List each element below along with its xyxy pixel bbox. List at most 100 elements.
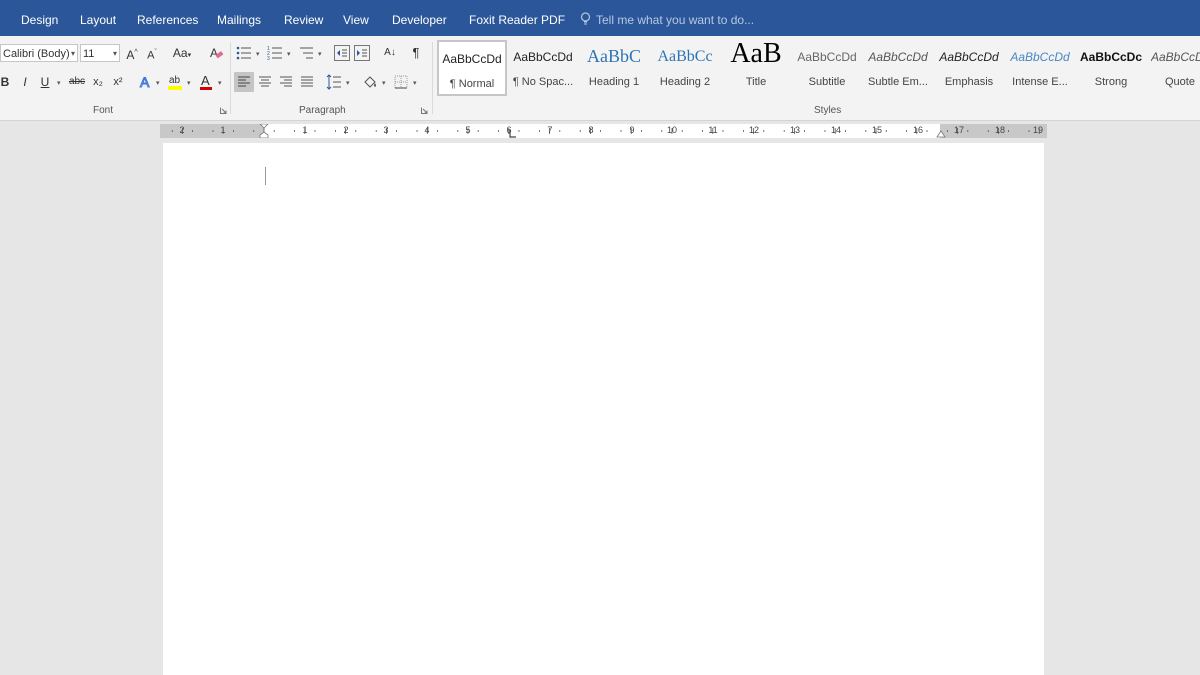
style-preview: AaBbCcDc <box>1079 50 1142 64</box>
style-name: Emphasis <box>944 76 994 88</box>
ruler-number: 10 <box>666 125 677 135</box>
highlight-color-button[interactable]: ab <box>165 72 185 92</box>
chevron-down-icon: ▾ <box>256 51 260 58</box>
dialog-launcher-icon[interactable] <box>421 107 428 114</box>
horizontal-ruler[interactable]: 2 1 1 2 3 4 5 6 7 8 9 10 11 12 13 14 15 … <box>160 124 1047 138</box>
ruler-number: 12 <box>748 125 759 135</box>
numbering-button[interactable]: 123 <box>265 43 285 63</box>
increase-indent-button[interactable] <box>352 43 372 63</box>
tab-mailings[interactable]: Mailings <box>217 13 261 27</box>
highlighter-icon: ab <box>168 75 182 90</box>
change-case-button[interactable]: Aa▾ <box>168 43 196 63</box>
text-effects-button[interactable]: A <box>136 72 156 92</box>
underline-button[interactable]: U <box>35 72 55 92</box>
ribbon-tab-bar: Design Layout References Mailings Review… <box>0 0 1200 36</box>
tab-view[interactable]: View <box>343 13 369 27</box>
shrink-font-button[interactable]: Aˇ <box>142 43 162 63</box>
line-spacing-icon <box>326 74 341 90</box>
show-formatting-marks-button[interactable]: ¶ <box>406 43 426 63</box>
style-title[interactable]: AaB Title <box>721 40 791 96</box>
align-center-button[interactable] <box>255 72 275 92</box>
font-color-button[interactable]: A <box>196 72 216 92</box>
style-normal[interactable]: AaBbCcDd ¶ Normal <box>437 40 507 96</box>
multilevel-list-button[interactable] <box>296 43 316 63</box>
style-subtitle[interactable]: AaBbCcDd Subtitle <box>792 40 862 96</box>
style-name: Heading 2 <box>659 76 711 88</box>
ruler-number: 18 <box>994 125 1005 135</box>
bullets-button[interactable] <box>234 43 254 63</box>
align-right-button[interactable] <box>276 72 296 92</box>
style-strong[interactable]: AaBbCcDc Strong <box>1076 40 1146 96</box>
shading-button[interactable] <box>360 72 380 92</box>
ruler-number: 14 <box>830 125 841 135</box>
increase-indent-icon <box>354 45 370 61</box>
align-left-button[interactable] <box>234 72 254 92</box>
style-preview: AaBbCc <box>657 48 713 65</box>
superscript-button[interactable]: x² <box>108 72 128 92</box>
styles-group-label: Styles <box>814 105 842 116</box>
style-intense-emphasis[interactable]: AaBbCcDd Intense E... <box>1005 40 1075 96</box>
style-quote[interactable]: AaBbCcDc Quote <box>1147 40 1200 96</box>
ruler-number: 7 <box>547 125 553 135</box>
tab-stop-marker[interactable] <box>509 130 517 138</box>
dialog-launcher-icon[interactable] <box>220 107 227 114</box>
numbered-list-icon: 123 <box>267 46 282 62</box>
left-indent-marker[interactable] <box>259 124 269 138</box>
document-page[interactable] <box>163 143 1044 675</box>
decrease-indent-icon <box>334 45 350 61</box>
strikethrough-button[interactable]: abc <box>66 72 88 92</box>
subscript-button[interactable]: x₂ <box>88 72 108 92</box>
line-spacing-button[interactable] <box>324 72 344 92</box>
style-heading-2[interactable]: AaBbCc Heading 2 <box>650 40 720 96</box>
ruler-number: 2 <box>343 125 349 135</box>
ruler-number: 5 <box>465 125 471 135</box>
style-heading-1[interactable]: AaBbC Heading 1 <box>579 40 649 96</box>
decrease-indent-button[interactable] <box>332 43 352 63</box>
ruler-number: 15 <box>871 125 882 135</box>
style-no-spacing[interactable]: AaBbCcDd ¶ No Spac... <box>508 40 578 96</box>
right-indent-marker[interactable] <box>936 129 946 138</box>
font-size-value: 11 <box>83 48 95 60</box>
ruler-number: 1 <box>302 125 308 135</box>
ruler-number: 16 <box>912 125 923 135</box>
font-group-label: Font <box>93 105 114 116</box>
group-separator <box>230 42 231 114</box>
chevron-down-icon: ▾ <box>156 80 160 87</box>
tab-developer[interactable]: Developer <box>392 13 447 27</box>
align-left-icon <box>238 76 250 87</box>
tell-me-search[interactable]: Tell me what you want to do... <box>580 12 754 27</box>
tab-references[interactable]: References <box>137 13 198 27</box>
font-name-value: Calibri (Body) <box>3 48 70 60</box>
style-name: Strong <box>1094 76 1128 88</box>
style-preview: AaBbCcDc <box>1151 50 1200 64</box>
bold-button[interactable]: B <box>0 72 15 92</box>
align-right-icon <box>280 76 292 87</box>
style-emphasis[interactable]: AaBbCcDd Emphasis <box>934 40 1004 96</box>
font-name-combo[interactable]: Calibri (Body) ▾ <box>0 44 78 62</box>
chevron-down-icon: ▾ <box>346 80 350 87</box>
ruler-number: 11 <box>708 125 718 135</box>
tab-layout[interactable]: Layout <box>80 13 116 27</box>
ruler-number: 8 <box>588 125 594 135</box>
style-preview: AaBbC <box>587 46 641 66</box>
borders-button[interactable] <box>391 72 411 92</box>
style-subtle-emphasis[interactable]: AaBbCcDd Subtle Em... <box>863 40 933 96</box>
grow-font-button[interactable]: A^ <box>122 43 142 63</box>
justify-button[interactable] <box>297 72 317 92</box>
tab-foxit-reader-pdf[interactable]: Foxit Reader PDF <box>469 13 565 27</box>
tab-review[interactable]: Review <box>284 13 323 27</box>
font-size-combo[interactable]: 11 ▾ <box>80 44 120 62</box>
font-color-icon: A <box>200 73 212 90</box>
tell-me-placeholder: Tell me what you want to do... <box>596 13 755 27</box>
sort-button[interactable]: A↓ <box>380 43 400 63</box>
style-name: Title <box>745 76 767 88</box>
shrink-font-label: A <box>147 49 155 62</box>
chevron-down-icon: ▾ <box>218 80 222 87</box>
italic-button[interactable]: I <box>15 72 35 92</box>
svg-text:A: A <box>210 46 218 60</box>
clear-formatting-button[interactable]: A <box>206 43 226 63</box>
chevron-down-icon: ▾ <box>318 51 322 58</box>
style-name: ¶ No Spac... <box>512 76 574 88</box>
tab-design[interactable]: Design <box>21 13 58 27</box>
borders-icon <box>394 75 408 89</box>
